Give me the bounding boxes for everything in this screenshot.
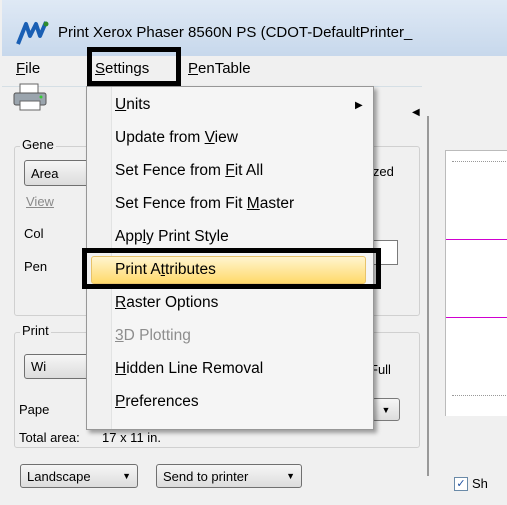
pen-label: Pen (24, 259, 48, 274)
general-group-label: Gene (20, 137, 56, 152)
panel-splitter[interactable] (427, 116, 429, 476)
windows-button-label: Wi (31, 359, 47, 374)
show-checkbox-row[interactable]: ✓ Sh (454, 476, 488, 491)
microstation-app-icon (16, 21, 49, 45)
paper-label: Pape (19, 402, 50, 417)
total-area-label: Total area: (19, 430, 80, 445)
area-button[interactable]: Area (24, 160, 94, 186)
preview-dotted-line (452, 161, 507, 162)
preview-dotted-line (452, 395, 507, 396)
print-window: Print Xerox Phaser 8560N PS (CDOT-Defaul… (2, 0, 507, 505)
menu-item-units[interactable]: Units ▶ (87, 89, 373, 121)
view-label: View (26, 194, 54, 209)
color-label: Col (24, 226, 44, 241)
total-area-value: 17 x 11 in. (102, 430, 162, 445)
menu-item-raster-options[interactable]: Raster Options (87, 287, 373, 319)
submenu-arrow-icon: ▶ (355, 99, 363, 111)
output-select-value: Send to printer (163, 468, 249, 484)
menu-item-set-fence-fit-master[interactable]: Set Fence from Fit Master (87, 188, 373, 220)
printer-icon[interactable] (12, 82, 50, 112)
settings-callout-box (87, 47, 181, 86)
preview-paper (445, 150, 507, 416)
print-attributes-callout-box (82, 248, 381, 289)
menu-pentable[interactable]: PenTable (188, 60, 251, 77)
show-checkbox[interactable]: ✓ (454, 476, 468, 491)
preview-magenta-line (446, 239, 507, 240)
orientation-select[interactable]: Landscape ▼ (20, 464, 138, 488)
window-title: Print Xerox Phaser 8560N PS (CDOT-Defaul… (58, 24, 413, 41)
menu-item-3d-plotting: 3D Plotting (115, 327, 191, 344)
collapse-left-arrow-icon[interactable]: ◀ (412, 107, 420, 118)
windows-button[interactable]: Wi (24, 354, 94, 379)
menu-item-hidden-line-removal[interactable]: Hidden Line Removal (87, 353, 373, 385)
preview-magenta-line (446, 317, 507, 318)
chevron-down-icon: ▼ (122, 471, 131, 481)
menu-item-update-from-view[interactable]: Update from View (87, 122, 373, 154)
output-select[interactable]: Send to printer ▼ (156, 464, 302, 488)
orientation-select-value: Landscape (27, 468, 91, 484)
printer-group-label: Print (20, 323, 51, 338)
paper-combo-arrow[interactable]: ▼ (372, 398, 400, 421)
area-button-label: Area (31, 165, 59, 181)
show-checkbox-label: Sh (472, 476, 488, 491)
title-bar: Print Xerox Phaser 8560N PS (CDOT-Defaul… (2, 0, 507, 56)
menu-bar: File Settings PenTable (2, 56, 507, 82)
menu-item-preferences[interactable]: Preferences (87, 386, 373, 418)
chevron-down-icon: ▼ (286, 471, 295, 481)
menu-item-set-fence-fit-all[interactable]: Set Fence from Fit All (87, 155, 373, 187)
menu-file[interactable]: File (16, 60, 40, 77)
